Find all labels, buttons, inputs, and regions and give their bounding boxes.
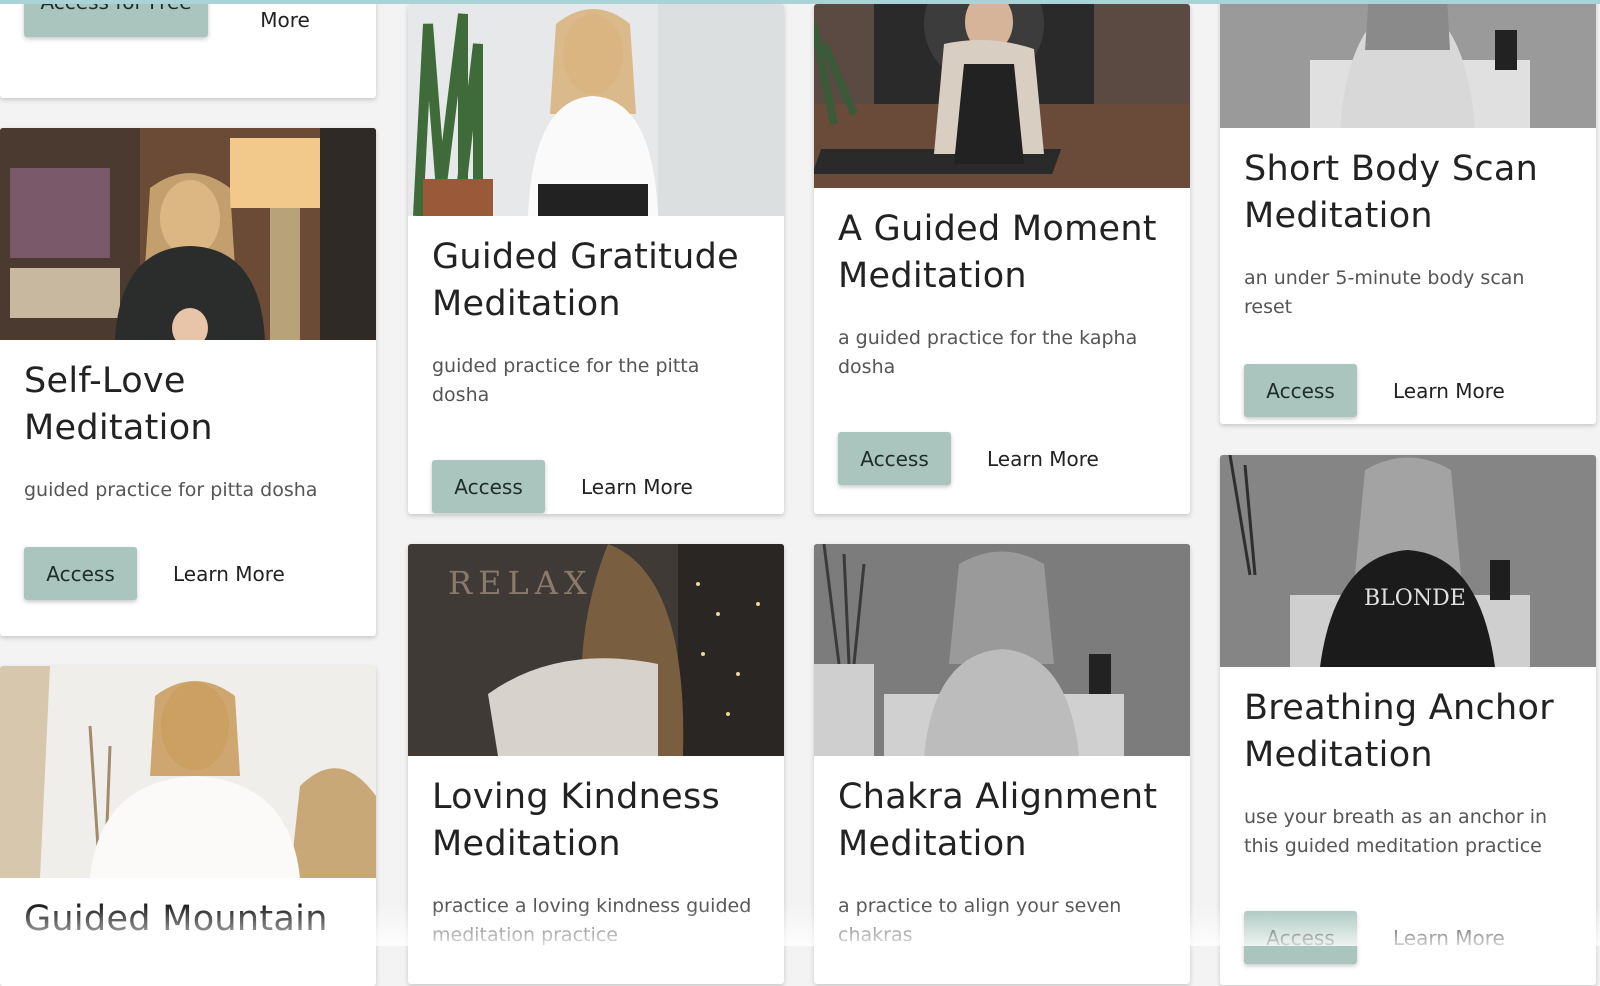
- meditation-card-mountain[interactable]: Guided Mountain: [0, 666, 376, 986]
- learn-more-button[interactable]: Learn More: [1381, 920, 1517, 956]
- card-description: an under 5-minute body scan reset: [1244, 267, 1525, 318]
- meditation-card-short-body-scan[interactable]: Short Body Scan Meditation an under 5-mi…: [1220, 0, 1596, 424]
- access-button[interactable]: Access: [24, 547, 137, 600]
- card-photo: RELAX: [408, 544, 784, 756]
- learn-more-button[interactable]: Learn More: [569, 469, 705, 505]
- card-title: Short Body Scan Meditation: [1244, 149, 1539, 236]
- meditation-card-breathing-anchor[interactable]: BLONDE Breathing Anchor Meditation use y…: [1220, 455, 1596, 985]
- card-description: a guided practice for the kapha dosha: [838, 327, 1138, 378]
- card-description: practice a loving kindness guided medita…: [432, 895, 752, 946]
- card-title: Guided Mountain: [24, 899, 328, 939]
- learn-more-button[interactable]: Learn More: [220, 0, 350, 38]
- learn-more-button[interactable]: Learn More: [975, 441, 1111, 477]
- card-photo: [814, 544, 1190, 756]
- access-for-free-button[interactable]: Access for Free: [24, 0, 208, 37]
- learn-more-button[interactable]: Learn More: [1381, 373, 1517, 409]
- card-title: A Guided Moment Meditation: [838, 209, 1157, 296]
- meditation-card-chakra[interactable]: Chakra Alignment Meditation a practice t…: [814, 544, 1190, 984]
- meditation-card-self-love[interactable]: Self-Love Meditation guided practice for…: [0, 128, 376, 636]
- top-accent-line: [0, 0, 1600, 4]
- meditation-card-guided-moment[interactable]: A Guided Moment Meditation a guided prac…: [814, 4, 1190, 514]
- card-photo: [0, 128, 376, 340]
- card-photo: [814, 4, 1190, 188]
- learn-more-button[interactable]: Learn More: [161, 556, 297, 592]
- card-title: Loving Kindness Meditation: [432, 777, 721, 864]
- card-photo: [408, 4, 784, 216]
- card-description: guided practice for pitta dosha: [24, 479, 318, 501]
- card-title: Guided Gratitude Meditation: [432, 237, 739, 324]
- card-photo: [1220, 0, 1596, 128]
- card-description: guided practice for the pitta dosha: [432, 355, 700, 406]
- meditation-card-top: Access for Free Learn More: [0, 0, 376, 98]
- card-description: a practice to align your seven chakras: [838, 895, 1122, 946]
- meditation-card-gratitude[interactable]: Guided Gratitude Meditation guided pract…: [408, 4, 784, 514]
- card-title: Chakra Alignment Meditation: [838, 777, 1158, 864]
- access-button[interactable]: Access: [838, 432, 951, 485]
- relax-sign-text: RELAX: [448, 564, 593, 602]
- card-photo: BLONDE: [1220, 455, 1596, 667]
- access-button[interactable]: Access: [1244, 911, 1357, 964]
- card-title: Breathing Anchor Meditation: [1244, 688, 1554, 775]
- card-title: Self-Love Meditation: [24, 361, 213, 448]
- access-button[interactable]: Access: [432, 460, 545, 513]
- meditation-card-loving-kindness[interactable]: RELAX Loving Kindness Meditation practic…: [408, 544, 784, 984]
- card-photo: [0, 666, 376, 878]
- tshirt-print-text: BLONDE: [1364, 586, 1466, 611]
- access-button[interactable]: Access: [1244, 364, 1357, 417]
- card-description: use your breath as an anchor in this gui…: [1244, 806, 1548, 857]
